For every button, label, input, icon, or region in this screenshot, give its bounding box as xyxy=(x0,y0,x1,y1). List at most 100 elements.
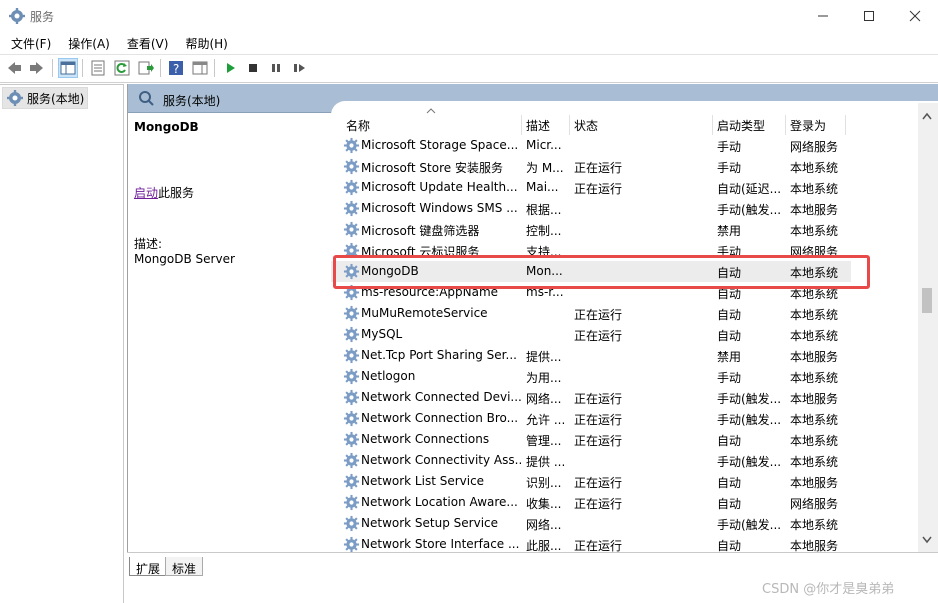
vertical-scrollbar[interactable] xyxy=(918,103,938,552)
column-status[interactable]: 状态 xyxy=(574,117,598,134)
table-row[interactable]: Microsoft Storage Space... Micr... 手动 网络服务 xyxy=(331,135,851,156)
tab-standard[interactable]: 标准 xyxy=(165,557,204,576)
properties-button[interactable] xyxy=(88,58,108,78)
table-row[interactable]: Microsoft 键盘筛选器 控制... 禁用 本地系统 xyxy=(331,219,851,240)
service-gear-icon xyxy=(343,431,360,448)
cell-description: 网络... xyxy=(526,392,562,406)
column-description[interactable]: 描述 xyxy=(526,117,550,134)
sort-ascending-icon xyxy=(426,108,436,114)
cell-log-on-as: 网络服务 xyxy=(790,140,839,154)
pause-service-button[interactable] xyxy=(266,58,286,78)
cell-description: 提供 ... xyxy=(526,455,566,469)
cell-startup-type: 自动 xyxy=(717,434,742,448)
cell-description: 允许 ... xyxy=(526,413,566,427)
cell-log-on-as: 本地服务 xyxy=(790,203,839,217)
services-list: 名称 描述 状态 启动类型 登录为 Microsoft Storage Spac… xyxy=(331,101,938,552)
column-name[interactable]: 名称 xyxy=(346,117,370,134)
column-divider[interactable] xyxy=(712,115,713,135)
cell-name: Microsoft Update Health... xyxy=(361,180,518,194)
menu-file[interactable]: 文件(F) xyxy=(5,32,57,54)
cell-log-on-as: 本地系统 xyxy=(790,224,839,238)
table-row[interactable]: Network Location Aware... 收集... 正在运行 自动 网络服务 xyxy=(331,492,851,513)
console-tree: 服务(本地) xyxy=(0,84,124,603)
table-row[interactable]: Microsoft Store 安装服务 为 M... 正在运行 手动 本地系统 xyxy=(331,156,851,177)
cell-log-on-as: 本地系统 xyxy=(790,182,839,196)
table-row[interactable]: MuMuRemoteService 正在运行 自动 本地系统 xyxy=(331,303,851,324)
close-button[interactable] xyxy=(892,0,938,32)
start-service-link[interactable]: 启动 xyxy=(134,186,158,200)
cell-description: 收集... xyxy=(526,497,562,511)
table-row[interactable]: Network Connection Bro... 允许 ... 正在运行 手动(触发… xyxy=(331,408,851,429)
services-gear-icon xyxy=(9,8,25,24)
forward-button[interactable] xyxy=(27,58,47,78)
scrollbar-thumb[interactable] xyxy=(922,288,932,313)
table-row[interactable]: Network Setup Service 网络... 手动(触发... 本地系统 xyxy=(331,513,851,534)
service-gear-icon xyxy=(343,347,360,364)
back-button[interactable] xyxy=(4,58,24,78)
minimize-icon xyxy=(818,15,828,17)
column-log-on-as[interactable]: 登录为 xyxy=(790,117,826,134)
cell-startup-type: 手动 xyxy=(717,140,742,154)
table-row[interactable]: Network Store Interface ... 此服... 正在运行 自动 本地… xyxy=(331,534,851,552)
service-gear-icon xyxy=(343,473,360,490)
cell-log-on-as: 本地系统 xyxy=(790,518,839,532)
export-list-button[interactable] xyxy=(136,58,156,78)
show-hide-console-tree-button[interactable] xyxy=(58,58,78,78)
table-row[interactable]: Microsoft Update Health... Mai... 正在运行 自动(延… xyxy=(331,177,851,198)
refresh-icon xyxy=(114,60,130,76)
table-row[interactable]: Net.Tcp Port Sharing Ser... 提供... 禁用 本地服务 xyxy=(331,345,851,366)
table-row[interactable]: Network List Service 识别... 正在运行 自动 本地服务 xyxy=(331,471,851,492)
cell-log-on-as: 本地系统 xyxy=(790,455,839,469)
service-gear-icon xyxy=(343,389,360,406)
show-hide-action-pane-button[interactable] xyxy=(190,58,210,78)
table-row[interactable]: Netlogon 为用... 手动 本地系统 xyxy=(331,366,851,387)
cell-startup-type: 手动(触发... xyxy=(717,455,782,469)
cell-startup-type: 手动(触发... xyxy=(717,413,782,427)
window-title: 服务 xyxy=(30,10,55,24)
cell-startup-type: 自动 xyxy=(717,329,742,343)
menu-action[interactable]: 操作(A) xyxy=(62,32,116,54)
stop-service-button[interactable] xyxy=(243,58,263,78)
cell-name: Network Connection Bro... xyxy=(361,411,519,425)
column-divider[interactable] xyxy=(785,115,786,135)
column-startup-type[interactable]: 启动类型 xyxy=(717,117,765,134)
minimize-button[interactable] xyxy=(800,0,846,32)
column-divider[interactable] xyxy=(569,115,570,135)
services-pane: 服务(本地) MongoDB 启动此服务 描述: MongoDB Server … xyxy=(127,84,938,602)
table-row[interactable]: Network Connections 管理... 正在运行 自动 本地系统 xyxy=(331,429,851,450)
scroll-up-icon[interactable] xyxy=(922,112,932,120)
maximize-button[interactable] xyxy=(846,0,892,32)
cell-name: MySQL xyxy=(361,327,403,341)
cell-log-on-as: 本地服务 xyxy=(790,350,839,364)
service-gear-icon xyxy=(343,326,360,343)
tab-extended[interactable]: 扩展 xyxy=(129,557,168,576)
refresh-button[interactable] xyxy=(112,58,132,78)
restart-service-button[interactable] xyxy=(289,58,309,78)
cell-log-on-as: 本地系统 xyxy=(790,371,839,385)
pane-title: 服务(本地) xyxy=(163,94,221,108)
service-gear-icon xyxy=(343,494,360,511)
cell-startup-type: 手动 xyxy=(717,161,742,175)
table-row[interactable]: Network Connected Devi... 网络... 正在运行 手动(触发.… xyxy=(331,387,851,408)
action-pane-icon xyxy=(192,61,208,75)
column-divider[interactable] xyxy=(845,115,846,135)
menu-help[interactable]: 帮助(H) xyxy=(179,32,233,54)
cell-log-on-as: 本地系统 xyxy=(790,413,839,427)
service-gear-icon xyxy=(343,158,360,175)
menu-view[interactable]: 查看(V) xyxy=(121,32,175,54)
tree-item-services-local[interactable]: 服务(本地) xyxy=(2,87,88,109)
table-row[interactable]: Network Connectivity Ass... 提供 ... 手动(触发..… xyxy=(331,450,851,471)
help-button[interactable]: ? xyxy=(166,58,186,78)
column-divider[interactable] xyxy=(521,115,522,135)
cell-log-on-as: 本地服务 xyxy=(790,539,839,552)
start-service-button[interactable] xyxy=(220,58,240,78)
cell-name: Network List Service xyxy=(361,474,485,488)
column-header-row: 名称 描述 状态 启动类型 登录为 xyxy=(331,101,921,135)
table-row[interactable]: MySQL 正在运行 自动 本地系统 xyxy=(331,324,851,345)
cell-log-on-as: 本地系统 xyxy=(790,329,839,343)
cell-description: 网络... xyxy=(526,518,562,532)
restart-icon xyxy=(294,64,305,72)
table-row[interactable]: Microsoft Windows SMS ... 根据... 手动(触发... 本地… xyxy=(331,198,851,219)
cell-log-on-as: 网络服务 xyxy=(790,497,839,511)
scroll-down-icon[interactable] xyxy=(922,536,932,544)
